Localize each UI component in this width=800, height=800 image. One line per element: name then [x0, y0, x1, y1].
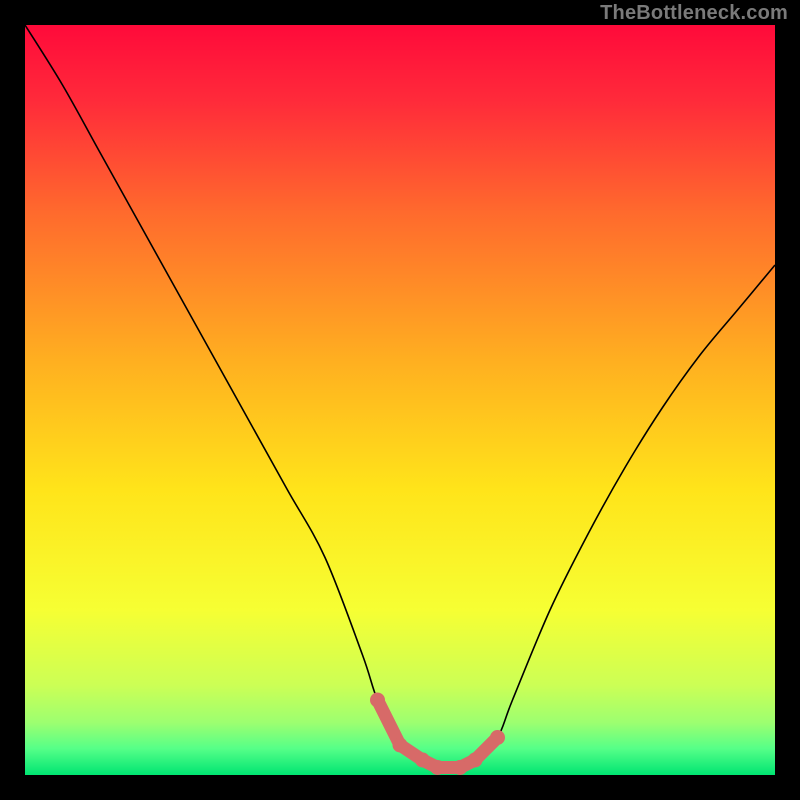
- highlight-point: [393, 738, 408, 753]
- chart-background: [25, 25, 775, 775]
- chart-frame: TheBottleneck.com: [0, 0, 800, 800]
- bottleneck-chart: [25, 25, 775, 775]
- highlight-point: [453, 760, 468, 775]
- highlight-point: [468, 753, 483, 768]
- highlight-point: [415, 753, 430, 768]
- highlight-point: [430, 760, 445, 775]
- attribution-text: TheBottleneck.com: [600, 2, 788, 25]
- highlight-point: [490, 730, 505, 745]
- highlight-point: [370, 693, 385, 708]
